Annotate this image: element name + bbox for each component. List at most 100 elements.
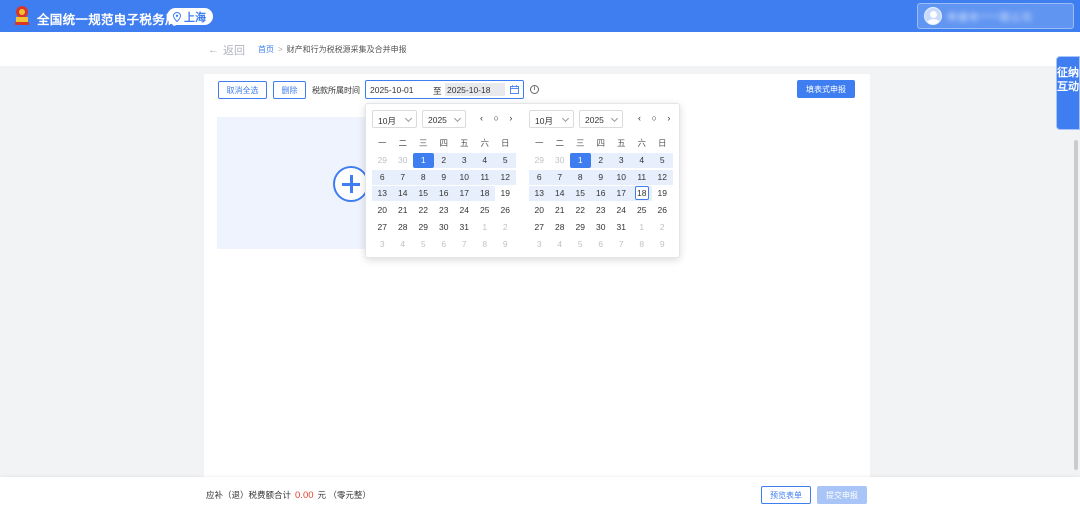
calendar-day[interactable]: 6 [529, 169, 550, 185]
calendar-day[interactable]: 29 [372, 153, 393, 168]
calendar-day[interactable]: 9 [590, 169, 611, 185]
preview-form-button[interactable]: 预览表单 [761, 486, 811, 504]
calendar-day[interactable]: 4 [550, 237, 571, 252]
fill-form-declare-button[interactable]: 填表式申报 [797, 80, 855, 98]
calendar-day[interactable]: 20 [372, 203, 393, 218]
calendar-day[interactable]: 10 [611, 169, 632, 185]
calendar-day[interactable]: 15 [570, 186, 591, 202]
calendar-day[interactable]: 3 [372, 237, 393, 252]
calendar-day[interactable]: 9 [433, 169, 454, 185]
calendar-day[interactable]: 23 [434, 203, 455, 218]
calendar-day[interactable]: 18 [631, 186, 652, 202]
calendar-day[interactable]: 26 [652, 203, 673, 218]
calendar-day[interactable]: 5 [570, 237, 591, 252]
calendar-day[interactable]: 30 [393, 153, 414, 168]
calendar-day[interactable]: 16 [590, 186, 611, 202]
cancel-all-button[interactable]: 取消全选 [218, 81, 267, 99]
interaction-side-tab[interactable]: 征纳互动 [1056, 56, 1080, 130]
back-button[interactable]: ← 返回 [208, 42, 245, 58]
calendar-day[interactable]: 3 [454, 152, 475, 168]
left-month-select[interactable]: 10月 [372, 110, 417, 128]
calendar-day[interactable]: 5 [495, 152, 516, 168]
delete-button[interactable]: 删除 [273, 81, 306, 99]
calendar-day[interactable]: 27 [372, 220, 393, 235]
calendar-day[interactable]: 2 [590, 152, 611, 168]
calendar-day[interactable]: 17 [611, 186, 632, 202]
region-selector[interactable]: 上海 [167, 8, 213, 25]
date-start-value[interactable]: 2025-10-01 [370, 85, 413, 95]
calendar-day[interactable]: 7 [549, 169, 570, 185]
scrollbar[interactable] [1074, 140, 1078, 470]
calendar-day[interactable]: 27 [529, 220, 550, 235]
calendar-day[interactable]: 31 [454, 220, 475, 235]
calendar-day[interactable]: 25 [632, 203, 653, 218]
right-month-select[interactable]: 10月 [529, 110, 574, 128]
calendar-day[interactable]: 19 [652, 186, 673, 201]
calendar-day[interactable]: 29 [529, 153, 550, 168]
calendar-day[interactable]: 24 [611, 203, 632, 218]
calendar-day[interactable]: 4 [474, 152, 495, 168]
calendar-day[interactable]: 7 [611, 237, 632, 252]
calendar-day[interactable]: 30 [591, 220, 612, 235]
calendar-day[interactable]: 1 [413, 152, 434, 168]
calendar-day[interactable]: 23 [591, 203, 612, 218]
calendar-day[interactable]: 13 [372, 186, 393, 202]
calendar-day[interactable]: 5 [413, 237, 434, 252]
calendar-day[interactable]: 6 [591, 237, 612, 252]
calendar-day[interactable]: 14 [549, 186, 570, 202]
calendar-day[interactable]: 22 [413, 203, 434, 218]
calendar-day[interactable]: 8 [413, 169, 434, 185]
calendar-day[interactable]: 14 [392, 186, 413, 202]
calendar-day[interactable]: 1 [570, 152, 591, 168]
calendar-day[interactable]: 13 [529, 186, 550, 202]
calendar-day[interactable]: 12 [495, 169, 516, 185]
calendar-day[interactable]: 30 [434, 220, 455, 235]
calendar-day[interactable]: 2 [433, 152, 454, 168]
calendar-day[interactable]: 20 [529, 203, 550, 218]
calendar-day[interactable]: 1 [632, 220, 653, 235]
left-month-nav[interactable]: ‹ ○ › [480, 113, 516, 123]
calendar-day[interactable]: 30 [550, 153, 571, 168]
calendar-day[interactable]: 10 [454, 169, 475, 185]
calendar-day[interactable]: 3 [611, 152, 632, 168]
breadcrumb-home-link[interactable]: 首页 [258, 45, 274, 54]
calendar-day[interactable]: 16 [433, 186, 454, 202]
calendar-day[interactable]: 6 [372, 169, 393, 185]
calendar-day[interactable]: 31 [611, 220, 632, 235]
calendar-day[interactable]: 25 [475, 203, 496, 218]
calendar-day[interactable]: 6 [434, 237, 455, 252]
calendar-day[interactable]: 12 [652, 169, 673, 185]
calendar-day[interactable]: 8 [632, 237, 653, 252]
calendar-day[interactable]: 11 [631, 169, 652, 185]
left-year-select[interactable]: 2025 [422, 110, 466, 128]
calendar-day[interactable]: 24 [454, 203, 475, 218]
calendar-day[interactable]: 2 [495, 220, 516, 235]
calendar-day[interactable]: 7 [454, 237, 475, 252]
submit-declaration-button[interactable]: 提交申报 [817, 486, 867, 504]
calendar-day[interactable]: 3 [529, 237, 550, 252]
calendar-day[interactable]: 21 [550, 203, 571, 218]
calendar-day[interactable]: 29 [570, 220, 591, 235]
add-icon[interactable] [333, 166, 369, 202]
right-month-nav[interactable]: ‹ ○ › [638, 113, 674, 123]
calendar-day[interactable]: 28 [550, 220, 571, 235]
calendar-day[interactable]: 17 [454, 186, 475, 202]
calendar-day[interactable]: 26 [495, 203, 516, 218]
user-account-menu[interactable]: 申康年****限公司 [917, 3, 1074, 29]
calendar-day[interactable]: 18 [474, 186, 495, 202]
calendar-day[interactable]: 19 [495, 186, 516, 201]
calendar-day[interactable]: 28 [393, 220, 414, 235]
calendar-day[interactable]: 2 [652, 220, 673, 235]
calendar-day[interactable]: 15 [413, 186, 434, 202]
calendar-day[interactable]: 8 [475, 237, 496, 252]
calendar-day[interactable]: 5 [652, 152, 673, 168]
date-end-value[interactable]: 2025-10-18 [445, 83, 505, 96]
calendar-day[interactable]: 9 [495, 237, 516, 252]
calendar-day[interactable]: 29 [413, 220, 434, 235]
calendar-day[interactable]: 22 [570, 203, 591, 218]
date-range-input[interactable]: 2025-10-01 至 2025-10-18 [365, 80, 524, 99]
calendar-day[interactable]: 4 [631, 152, 652, 168]
calendar-day[interactable]: 1 [475, 220, 496, 235]
calendar-day[interactable]: 9 [652, 237, 673, 252]
calendar-day[interactable]: 4 [393, 237, 414, 252]
